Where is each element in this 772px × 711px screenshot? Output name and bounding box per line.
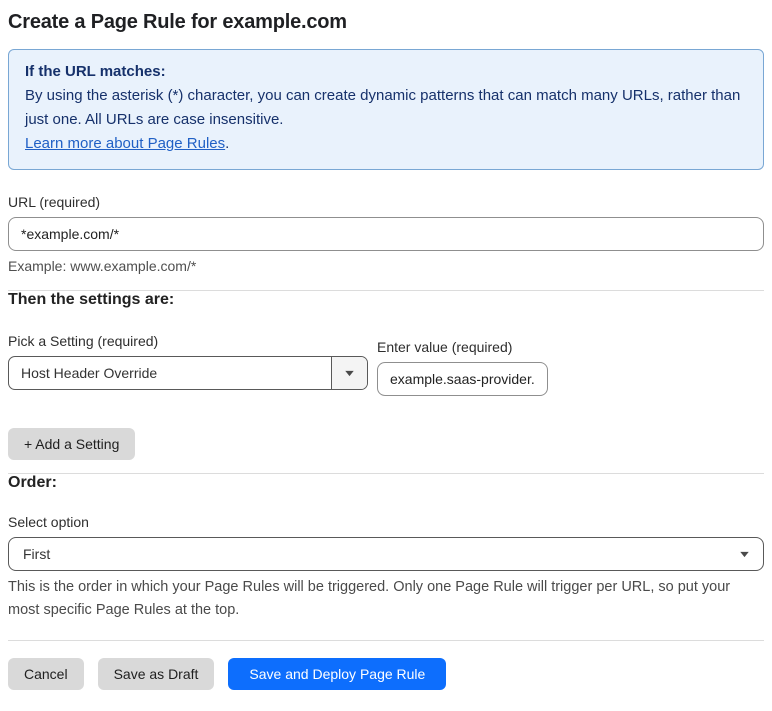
info-box-heading: If the URL matches: <box>25 63 166 80</box>
settings-heading: Then the settings are: <box>8 291 175 308</box>
order-help-text: This is the order in which your Page Rul… <box>8 579 731 618</box>
url-input[interactable] <box>8 217 764 251</box>
order-heading: Order: <box>8 474 57 491</box>
url-matches-info-box: If the URL matches: By using the asteris… <box>8 49 764 170</box>
save-deploy-button[interactable]: Save and Deploy Page Rule <box>228 658 447 690</box>
pick-setting-dropdown[interactable]: Host Header Override ▼ <box>8 356 368 390</box>
add-setting-button[interactable]: + Add a Setting <box>8 428 136 460</box>
pick-setting-label: Pick a Setting (required) <box>8 333 159 349</box>
create-page-rule-form: Create a Page Rule for example.com If th… <box>0 0 772 702</box>
section-divider <box>8 640 764 641</box>
setting-row: Pick a Setting (required) Host Header Ov… <box>8 333 764 396</box>
learn-more-link[interactable]: Learn more about Page Rules <box>25 135 225 152</box>
chevron-down-icon: ▼ <box>342 367 357 378</box>
order-select-value: First <box>23 546 51 562</box>
pick-setting-column: Pick a Setting (required) Host Header Ov… <box>8 333 368 390</box>
link-suffix: . <box>225 135 230 152</box>
pick-setting-value: Host Header Override <box>21 365 158 381</box>
footer-actions: Cancel Save as Draft Save and Deploy Pag… <box>8 658 764 690</box>
url-section: URL (required) Example: www.example.com/… <box>8 194 764 274</box>
page-title: Create a Page Rule for example.com <box>8 11 347 33</box>
info-box-link-line: Learn more about Page Rules. <box>25 132 747 156</box>
enter-value-column: Enter value (required) <box>377 339 548 396</box>
cancel-button[interactable]: Cancel <box>8 658 84 690</box>
select-option-label: Select option <box>8 514 89 530</box>
info-box-body: By using the asterisk (*) character, you… <box>25 87 741 128</box>
dropdown-arrow-button[interactable]: ▼ <box>331 357 367 389</box>
setting-value-input[interactable] <box>377 362 548 396</box>
url-example-text: Example: www.example.com/* <box>8 258 197 274</box>
chevron-down-icon: ▼ <box>737 548 752 559</box>
enter-value-label: Enter value (required) <box>377 339 513 355</box>
url-label: URL (required) <box>8 194 101 210</box>
save-draft-button[interactable]: Save as Draft <box>97 658 215 690</box>
order-select[interactable]: First ▼ <box>8 537 764 571</box>
